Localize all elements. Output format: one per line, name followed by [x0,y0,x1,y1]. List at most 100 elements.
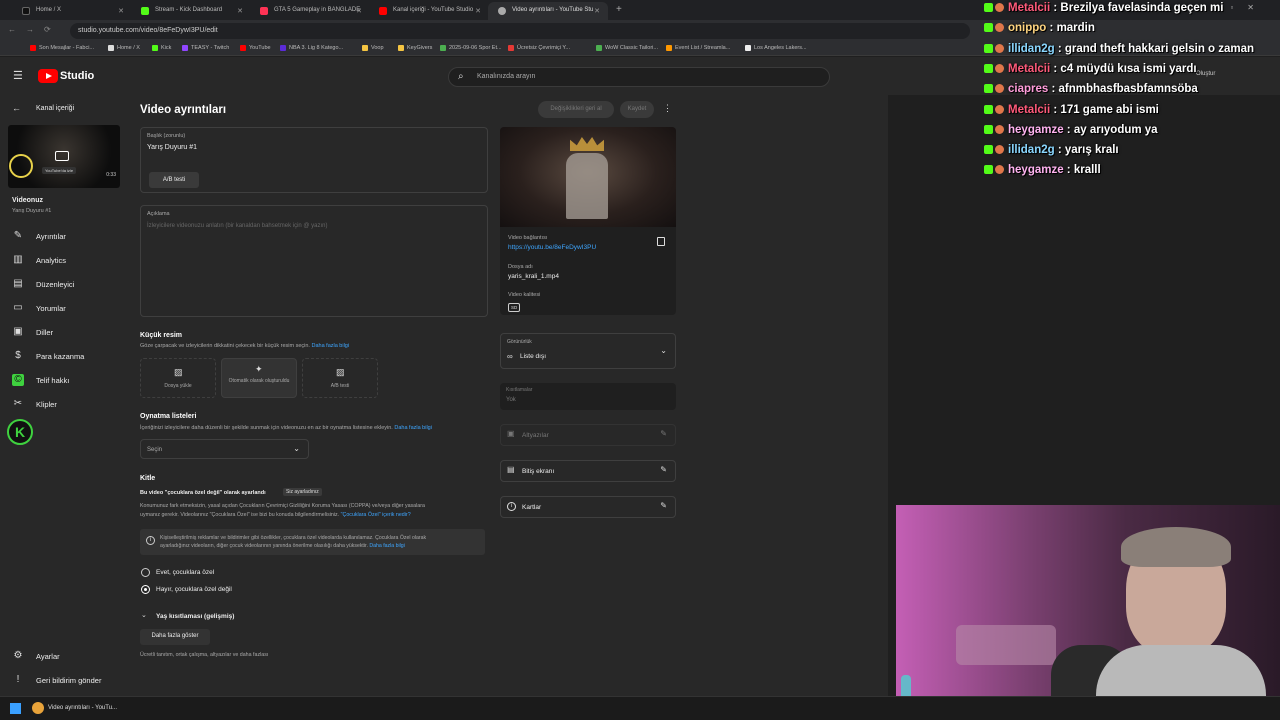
bookmark-item[interactable]: Los Angeles Lakers... [745,45,807,51]
playlist-select[interactable]: Seçin ⌄ [140,439,309,459]
subtitles-row[interactable]: ▣ Altyazılar ✎ [500,424,676,446]
chevron-icon[interactable]: ⌄ [141,611,147,619]
kick-badge-icon [984,145,993,155]
chat-text: 171 game abi ismi [1060,103,1159,116]
title-field-value[interactable]: Yarış Duyuru #1 [147,144,197,151]
browser-tab[interactable]: Stream - Kick Dashboard ✕ [131,2,251,20]
back-arrow-icon[interactable]: ← [12,103,21,113]
pencil-icon[interactable]: ✎ [660,465,667,474]
browser-tab[interactable]: Home / X ✕ [12,2,132,20]
chrome-icon[interactable] [32,702,44,714]
sidebar-item-clips[interactable]: ✂ Klipler [10,394,120,414]
kick-badge-icon [984,84,993,94]
audience-info-1: Kişiselleştirilmiş reklamlar ve bildirim… [160,535,427,541]
bookmark-item[interactable]: TEASY - Twitch [182,45,229,51]
thumbnail-desc-text: Göze çarpacak ve izleyicilerin dikkatini… [140,343,310,349]
upload-file-option[interactable]: ▨ Dosya yükle [140,358,216,398]
menu-icon[interactable]: ☰ [13,69,23,82]
bookmark-item[interactable]: Event List / Streamla... [666,45,730,51]
sidebar-item-comments[interactable]: ▭ Yorumlar [10,298,120,318]
bookmark-item[interactable]: Voop [362,45,384,51]
bookmark-item[interactable]: Ücretsiz Çevrimiçi Y... [508,45,570,51]
sd-quality-badge: SD [508,303,521,312]
new-tab-icon[interactable]: + [616,4,622,15]
webcam-overlay [896,505,1280,720]
close-icon[interactable]: ✕ [475,7,481,15]
video-preview[interactable] [500,127,676,227]
radio-made-for-kids[interactable] [141,568,150,577]
pencil-icon[interactable]: ✎ [660,429,667,438]
show-more-button[interactable]: Daha fazla göster [140,629,210,645]
play-icon[interactable] [55,151,69,161]
link-icon: ∞ [507,352,513,361]
audience-status-badge: Siz ayarladınız [283,488,322,496]
video-subtitle: Yarış Duyuru #1 [12,208,52,214]
bookmark-item[interactable]: NBA 3. Lig 8 Katego... [280,45,343,51]
sidebar-item-editor[interactable]: ▤ Düzenleyici [10,274,120,294]
bookmark-item[interactable]: Kick [152,45,171,51]
close-icon[interactable]: ✕ [356,7,362,15]
search-input[interactable]: ⌕ Kanalınızda arayın [448,67,830,87]
audience-info-link[interactable]: Daha fazla bilgi [369,543,404,549]
browser-tab-active[interactable]: Video ayrıntıları - YouTube Stu ✕ [488,2,608,20]
bookmark-item[interactable]: YouTube [240,45,271,51]
sidebar: ← Kanal içeriği YouTube'da izle 0:33 Vid… [0,95,128,696]
bookmark-item[interactable]: KeyGivers [398,45,432,51]
sidebar-item-copyright[interactable]: © Telif hakkı [10,370,120,390]
audience-desc-link[interactable]: "Çocuklara Özel" içerik nedir? [341,512,411,518]
pencil-icon[interactable]: ✎ [660,501,667,510]
chat-username: heygamze [1008,164,1064,177]
windows-start-icon[interactable] [10,703,21,714]
radio-not-made-for-kids[interactable] [141,585,150,594]
chat-username: illidan2g [1008,144,1055,157]
taskbar-window[interactable]: Video ayrıntıları - YouTu... [48,705,117,711]
cards-row[interactable]: i Kartlar ✎ [500,496,676,518]
playlists-more-link[interactable]: Daha fazla bilgi [394,425,432,431]
auto-generated-option[interactable]: ✦ Otomatik olarak oluşturuldu [221,358,297,398]
sidebar-item-settings[interactable]: ⚙ Ayarlar [10,646,120,666]
ab-test-title-button[interactable]: A/B testi [149,172,199,188]
avatar-badge-icon [995,3,1004,12]
thumbnail-more-link[interactable]: Daha fazla bilgi [311,343,349,349]
sidebar-item-monetization[interactable]: $ Para kazanma [10,346,120,366]
nav-arrows-icon[interactable]: ←→⟳ [8,25,61,34]
bookmark-item[interactable]: Home / X [108,45,140,51]
ab-test-thumbnail-option[interactable]: ▨ A/B testi [302,358,378,398]
description-field[interactable]: Açıklama İzleyicilere videonuzu anlatın … [140,205,488,317]
visibility-select[interactable]: Görünürlük ∞ Liste dışı ⌄ [500,333,676,369]
close-icon[interactable]: ✕ [594,7,600,15]
audience-desc-2-text: uymanız gerekir. Videolarınız "Çocuklara… [140,512,340,518]
chat-text: c4 müydü kısa ismi yardı [1060,62,1197,75]
browser-tab[interactable]: GTA 5 Gameplay in BANGLADE ✕ [250,2,370,20]
youtube-logo-icon[interactable] [38,69,58,83]
copy-icon[interactable] [657,237,665,246]
description-field-label: Açıklama [147,211,170,217]
url-field[interactable]: studio.youtube.com/video/8eFeDywI3PU/edi… [70,23,970,39]
title-field[interactable]: Başlık (zorunlu) Yarış Duyuru #1 A/B tes… [140,127,488,193]
sidebar-item-feedback[interactable]: ! Geri bildirim gönder [10,670,120,690]
age-restriction-toggle[interactable]: Yaş kısıtlaması (gelişmiş) [156,613,234,620]
browser-tab[interactable]: Kanal içeriği - YouTube Studio ✕ [369,2,489,20]
undo-changes-button[interactable]: Değişiklikleri geri al [538,101,614,118]
video-link[interactable]: https://youtu.be/8eFeDywI3PU [508,244,596,251]
sidebar-item-languages[interactable]: ▣ Diller [10,322,120,342]
end-screen-row[interactable]: ▤ Bitiş ekranı ✎ [500,460,676,482]
video-duration: 0:33 [106,172,116,178]
sidebar-item-label: Telif hakkı [36,376,70,385]
tab-label: Home / X [36,7,62,13]
bookmark-item[interactable]: 2025-09-06 Spor Et... [440,45,502,51]
bookmark-item[interactable]: WoW Classic Tailori... [596,45,658,51]
chat-username: ciapres [1008,83,1049,96]
file-name-label: Dosya adı [508,264,533,270]
save-button[interactable]: Kaydet [620,101,654,118]
sidebar-item-analytics[interactable]: ▥ Analytics [10,250,120,270]
kick-badge-icon [984,3,993,12]
back-to-content-link[interactable]: Kanal içeriği [36,105,74,112]
bookmark-item[interactable]: Son Mesajlar - Fabci... [30,45,94,51]
close-icon[interactable]: ✕ [118,7,124,15]
close-icon[interactable]: ✕ [237,7,243,15]
more-options-icon[interactable]: ⋮ [663,103,672,114]
audience-info-2: ayarladığınız videoların, diğer çocuk vi… [160,542,405,550]
restrictions-box: Kısıtlamalar Yok [500,383,676,410]
sidebar-item-details[interactable]: ✎ Ayrıntılar [10,226,120,246]
